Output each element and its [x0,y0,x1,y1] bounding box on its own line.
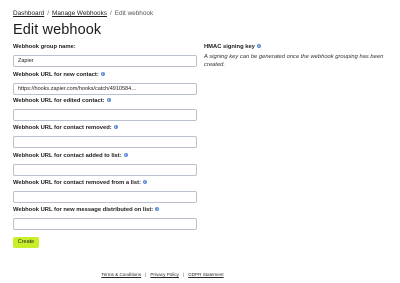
new-contact-label: Webhook URL for new contact: [13,72,99,78]
info-icon[interactable]: i [113,125,118,130]
contact-removed-label: Webhook URL for contact removed: [13,125,112,131]
contact-removed-from-list-label: Webhook URL for contact removed from a l… [13,180,141,186]
new-message-label: Webhook URL for new message distributed … [13,207,154,213]
contact-removed-from-list-field: Webhook URL for contact removed from a l… [13,179,197,203]
breadcrumb-current: Edit webhook [114,10,154,17]
hmac-title: HMAC signing key [204,44,255,50]
hmac-panel: HMAC signing key i A signing key can be g… [204,44,388,69]
contact-added-to-list-field: Webhook URL for contact added to list: i [13,152,197,176]
contact-added-to-list-label: Webhook URL for contact added to list: [13,153,122,159]
create-button[interactable]: Create [13,237,39,248]
footer: Terms & Conditions | Privacy Policy | GDPR S… [0,272,325,277]
breadcrumb-link-manage-webhooks[interactable]: Manage Webhooks [52,10,107,17]
breadcrumb-separator: / [47,10,50,17]
footer-separator: | [145,272,147,277]
edited-contact-field: Webhook URL for edited contact: i [13,97,197,121]
new-contact-url-input[interactable]: https://hooks.zapier.com/hooks/catch/491… [13,83,197,95]
info-icon[interactable]: i [106,98,111,103]
info-icon[interactable]: i [123,153,128,158]
edited-contact-label: Webhook URL for edited contact: [13,98,105,104]
new-message-url-input[interactable] [13,218,197,230]
group-name-field: Webhook group name: Zapier [13,43,197,67]
page-title: Edit webhook [13,22,102,38]
contact-removed-from-list-url-input[interactable] [13,191,197,203]
breadcrumb-link-dashboard[interactable]: Dashboard [13,10,44,17]
group-name-label: Webhook group name: [13,44,76,50]
edited-contact-url-input[interactable] [13,109,197,121]
contact-removed-url-input[interactable] [13,136,197,148]
hmac-description: A signing key can be generated once the … [204,54,384,68]
contact-added-to-list-url-input[interactable] [13,164,197,176]
info-icon[interactable]: i [100,72,105,77]
info-icon[interactable]: i [155,207,160,212]
contact-removed-field: Webhook URL for contact removed: i [13,124,197,148]
new-contact-field: Webhook URL for new contact: i https://ho… [13,71,197,95]
new-message-field: Webhook URL for new message distributed … [13,206,197,230]
group-name-input[interactable]: Zapier [13,55,197,67]
info-icon[interactable]: i [256,44,261,49]
footer-separator: | [182,272,185,277]
info-icon[interactable]: i [142,180,147,185]
breadcrumb: Dashboard / Manage Webhooks / Edit webhook [13,10,153,17]
footer-link-privacy[interactable]: Privacy Policy [150,272,179,277]
footer-link-gdpr[interactable]: GDPR Statement [188,272,224,277]
breadcrumb-separator: / [110,10,112,17]
footer-link-terms[interactable]: Terms & Conditions [101,272,141,277]
